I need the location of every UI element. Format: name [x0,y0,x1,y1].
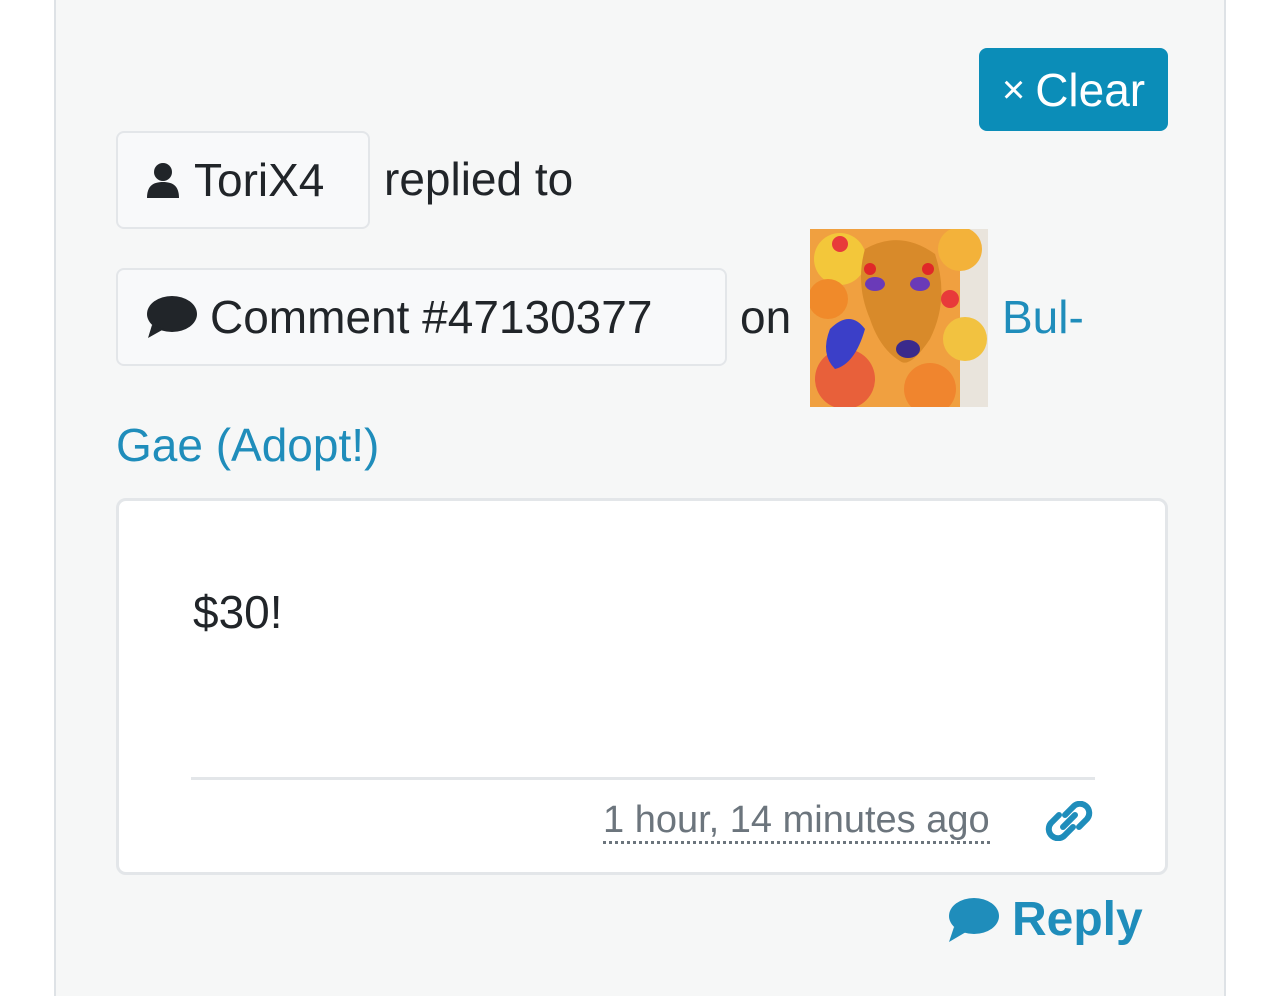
comment-label: Comment #47130377 [210,291,653,343]
comment-timestamp[interactable]: 1 hour, 14 minutes ago [603,800,990,844]
comment-chip[interactable]: Comment #47130377 [116,268,727,366]
reply-button[interactable]: Reply [946,892,1143,947]
clear-button[interactable]: × Clear [979,48,1168,131]
comment-text: $30! [193,586,283,638]
comment-icon [147,296,197,338]
replied-to-text: replied to [384,153,574,205]
close-icon: × [1001,67,1026,112]
post-thumbnail-image [810,229,988,407]
clear-label: Clear [1035,63,1146,116]
comment-box: $30! 1 hour, 14 minutes ago [116,498,1168,875]
post-thumbnail[interactable] [810,229,988,407]
divider [191,777,1095,780]
user-icon [147,163,179,198]
reply-label: Reply [1012,893,1143,946]
notification-card: × Clear ToriX4 replied to Comment #47130… [54,0,1226,996]
link-icon[interactable] [1043,801,1095,841]
post-title-link[interactable]: Bul- [1002,290,1084,344]
on-text: on [740,291,792,343]
username: ToriX4 [194,154,325,206]
user-chip[interactable]: ToriX4 [116,131,370,229]
post-title-link-continued[interactable]: Gae (Adopt!) [116,418,379,472]
comment-icon [949,897,999,942]
